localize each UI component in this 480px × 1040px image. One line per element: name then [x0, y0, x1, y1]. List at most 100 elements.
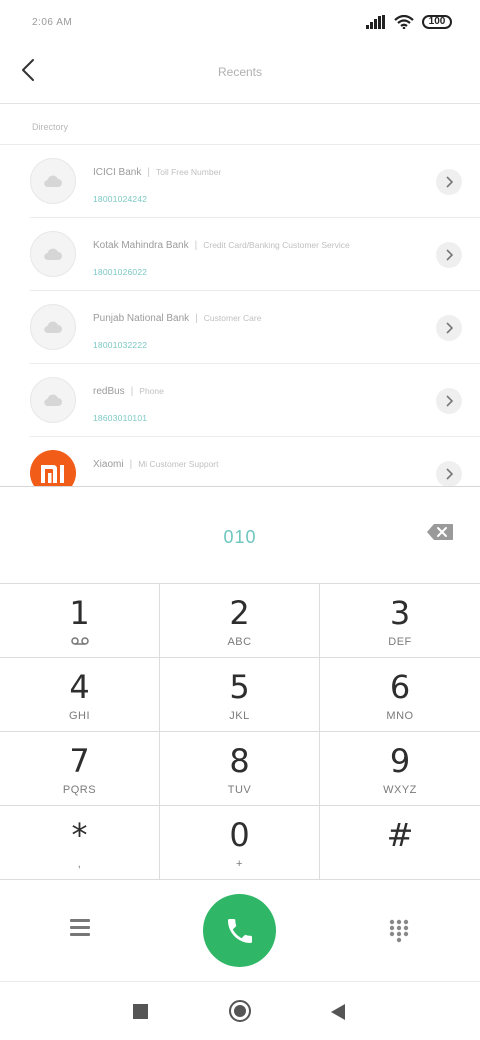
contact-name-line: Punjab National Bank | Customer Care: [93, 313, 261, 324]
details-button[interactable]: [436, 242, 462, 268]
details-button[interactable]: [436, 461, 462, 486]
key-6[interactable]: 6 MNO: [320, 658, 480, 732]
cloud-icon: [44, 248, 62, 261]
dialer-action-bar: [0, 879, 480, 982]
separator: |: [129, 459, 133, 470]
contact-number: 18001032222: [93, 340, 148, 350]
signal-icon: [366, 15, 385, 29]
details-button[interactable]: [436, 315, 462, 341]
key-3[interactable]: 3 DEF: [320, 584, 480, 658]
contact-number: 18001024242: [93, 194, 148, 204]
key-9[interactable]: 9 WXYZ: [320, 732, 480, 806]
key-0[interactable]: 0 +: [160, 806, 320, 880]
directory-list: ICICI Bank | Toll Free Number 18001024242 …: [0, 145, 480, 486]
mi-logo-icon: [41, 465, 64, 483]
directory-label: Directory: [32, 122, 69, 132]
back-nav-button[interactable]: [330, 1003, 346, 1021]
chevron-right-icon: [446, 395, 453, 407]
battery-indicator: 100: [422, 15, 452, 29]
key-hash[interactable]: #: [320, 806, 480, 880]
list-item[interactable]: redBus | Phone 18603010101: [30, 364, 480, 437]
contact-name-line: ICICI Bank | Toll Free Number: [93, 167, 221, 178]
contact-name: ICICI Bank: [93, 167, 142, 178]
contact-number: 18001026022: [93, 267, 148, 277]
backspace-button[interactable]: [426, 523, 454, 541]
menu-button[interactable]: [70, 919, 92, 937]
key-2[interactable]: 2 ABC: [160, 584, 320, 658]
key-letters: GHI: [68, 710, 91, 722]
cloud-icon: [44, 394, 62, 407]
avatar: [30, 377, 76, 423]
key-letters: TUV: [227, 784, 252, 796]
separator: |: [194, 240, 198, 251]
menu-icon: [70, 926, 90, 929]
dialpad: 1 2 ABC 3 DEF 4 GHI 5 JKL 6 MNO 7 PQRS 8…: [0, 583, 480, 880]
key-letters: DEF: [388, 636, 412, 648]
app-header: Recents: [0, 44, 480, 104]
list-item[interactable]: ICICI Bank | Toll Free Number 18001024242: [30, 145, 480, 218]
contact-name: Xiaomi: [93, 459, 124, 470]
contact-tag: Toll Free Number: [155, 167, 222, 177]
avatar: [30, 231, 76, 277]
contact-name: Kotak Mahindra Bank: [93, 240, 189, 251]
key-digit: 9: [389, 742, 411, 780]
contact-name-line: redBus | Phone: [93, 386, 164, 397]
contact-tag: Mi Customer Support: [138, 459, 219, 469]
key-digit: 1: [69, 594, 90, 632]
key-digit: 6: [389, 668, 411, 706]
separator: |: [195, 313, 198, 324]
menu-icon: [70, 919, 90, 922]
key-digit: 0: [229, 816, 250, 854]
key-4[interactable]: 4 GHI: [0, 658, 160, 732]
key-1[interactable]: 1: [0, 584, 160, 658]
contact-name: Punjab National Bank: [93, 313, 190, 324]
phone-icon: [227, 918, 252, 943]
call-button[interactable]: [203, 894, 276, 967]
dial-display: 010: [0, 486, 480, 583]
chevron-right-icon: [446, 322, 453, 334]
status-bar: 2:06 AM 100: [0, 0, 480, 44]
key-digit: 3: [389, 594, 411, 632]
separator: |: [147, 167, 150, 178]
cloud-icon: [44, 175, 62, 188]
list-item[interactable]: Kotak Mahindra Bank | Credit Card/Banking …: [30, 218, 480, 291]
separator: |: [130, 386, 134, 397]
key-letters: +: [236, 858, 243, 870]
key-8[interactable]: 8 TUV: [160, 732, 320, 806]
key-digit: 4: [69, 668, 90, 706]
key-digit: 5: [229, 668, 250, 706]
list-item[interactable]: Xiaomi | Mi Customer Support: [30, 437, 480, 486]
key-5[interactable]: 5 JKL: [160, 658, 320, 732]
details-button[interactable]: [436, 169, 462, 195]
wifi-icon: [394, 15, 414, 29]
recents-nav-button[interactable]: [133, 1004, 148, 1019]
status-time: 2:06 AM: [32, 17, 73, 28]
key-letters: JKL: [229, 710, 250, 722]
cloud-icon: [44, 321, 62, 334]
list-item[interactable]: Punjab National Bank | Customer Care 18001…: [30, 291, 480, 364]
page-title: Recents: [217, 65, 263, 79]
mi-logo: [30, 450, 76, 486]
contact-name-line: Xiaomi | Mi Customer Support: [93, 459, 219, 470]
menu-icon: [70, 933, 90, 936]
dialpad-icon: [389, 919, 409, 943]
contact-name: redBus: [93, 386, 125, 397]
key-digit: #: [386, 816, 414, 854]
key-letters: ABC: [227, 636, 252, 648]
contact-tag: Credit Card/Banking Customer Service: [203, 240, 350, 250]
backspace-icon: [427, 524, 453, 540]
key-letters: WXYZ: [383, 784, 417, 796]
contact-tag: Phone: [139, 386, 164, 396]
contact-number: 18603010101: [93, 413, 148, 423]
details-button[interactable]: [436, 388, 462, 414]
key-star[interactable]: * ,: [0, 806, 160, 880]
key-digit: 7: [69, 742, 90, 780]
key-7[interactable]: 7 PQRS: [0, 732, 160, 806]
voicemail-icon: [71, 637, 89, 645]
home-nav-button[interactable]: [229, 1000, 251, 1022]
dialed-number: 010: [223, 527, 257, 547]
avatar: [30, 304, 76, 350]
contact-tag: Customer Care: [203, 313, 262, 323]
chevron-right-icon: [446, 249, 453, 261]
dialpad-toggle-button[interactable]: [389, 919, 409, 943]
